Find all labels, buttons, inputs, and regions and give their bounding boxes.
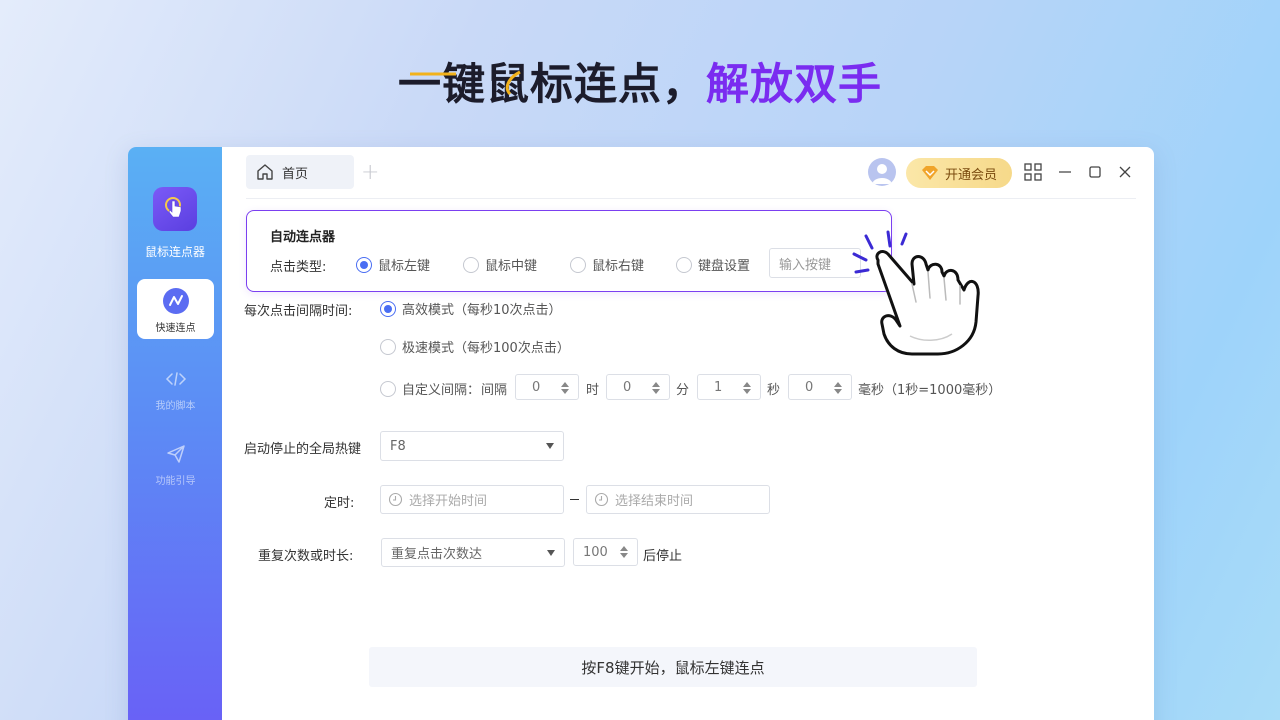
chevron-down-icon xyxy=(546,443,554,449)
radio-efficient-mode[interactable]: 高效模式（每秒10次点击） xyxy=(380,299,562,318)
repeat-suffix: 后停止 xyxy=(643,549,683,564)
custom-interval-prefix: 间隔 xyxy=(481,383,508,398)
code-icon xyxy=(165,372,186,386)
stepper-arrows-icon xyxy=(834,382,842,394)
radio-keyboard[interactable]: 键盘设置 xyxy=(676,255,750,274)
trend-line-icon xyxy=(162,288,189,314)
unit-hours: 时 xyxy=(586,383,600,398)
main-content: 首页 + 开通会员 自动连点器 点击类型: 鼠标左键 鼠标中键 鼠标右键 键盘设… xyxy=(222,147,1154,720)
range-separator xyxy=(570,499,579,500)
chevron-down-icon xyxy=(547,550,555,556)
stepper-arrows-icon xyxy=(620,546,628,558)
tab-label: 首页 xyxy=(282,166,309,182)
app-name: 鼠标连点器 xyxy=(144,245,205,259)
repeat-count-stepper[interactable]: 100 xyxy=(573,538,638,566)
panel-title: 自动连点器 xyxy=(270,230,336,245)
clock-icon xyxy=(594,492,609,507)
home-icon xyxy=(257,164,273,180)
unit-seconds: 秒 xyxy=(767,383,781,398)
milliseconds-stepper[interactable]: 0 xyxy=(788,374,852,400)
pointing-hand-icon xyxy=(852,230,980,356)
hours-stepper[interactable]: 0 xyxy=(515,374,579,400)
repeat-mode-select[interactable]: 重复点击次数达 xyxy=(381,538,565,567)
hotkey-select[interactable]: F8 xyxy=(380,431,564,461)
auto-clicker-panel: 自动连点器 点击类型: 鼠标左键 鼠标中键 鼠标右键 键盘设置 输入按键 xyxy=(246,210,892,292)
hotkey-label: 启动停止的全局热键 xyxy=(244,442,362,457)
sidebar: 鼠标连点器 快速连点 我的脚本 功能引导 xyxy=(128,147,222,720)
timer-label: 定时: xyxy=(324,496,355,511)
start-time-input[interactable]: 选择开始时间 xyxy=(380,485,564,514)
headline-underline-decoration xyxy=(410,70,521,96)
headline-accent: 解放双手 xyxy=(706,60,882,110)
minutes-stepper[interactable]: 0 xyxy=(606,374,670,400)
radio-left-button[interactable]: 鼠标左键 xyxy=(356,255,430,274)
radio-extreme-mode[interactable]: 极速模式（每秒100次点击） xyxy=(380,337,570,356)
grid-menu-icon[interactable] xyxy=(1024,163,1042,181)
sidebar-item-label: 我的脚本 xyxy=(155,401,196,412)
clock-icon xyxy=(388,492,403,507)
sidebar-item-label: 功能引导 xyxy=(155,476,196,487)
minimize-icon[interactable] xyxy=(1056,163,1074,181)
headline: 一键鼠标连点，解放双手 xyxy=(0,50,1280,110)
radio-middle-button[interactable]: 鼠标中键 xyxy=(463,255,537,274)
vip-button[interactable]: 开通会员 xyxy=(906,158,1012,188)
vip-label: 开通会员 xyxy=(944,167,997,183)
click-type-label: 点击类型: xyxy=(270,260,327,275)
unit-minutes: 分 xyxy=(676,383,690,398)
radio-custom-interval[interactable]: 自定义间隔： xyxy=(380,379,480,398)
app-window: 鼠标连点器 快速连点 我的脚本 功能引导 首页 + 开通会员 自动连点器 点击类… xyxy=(128,147,1154,720)
status-bar: 按F8键开始，鼠标左键连点 xyxy=(369,647,977,687)
seconds-stepper[interactable]: 1 xyxy=(697,374,761,400)
unit-milliseconds: 毫秒（1秒=1000毫秒） xyxy=(858,383,1002,398)
stepper-arrows-icon xyxy=(743,382,751,394)
sidebar-item-label: 快速连点 xyxy=(155,323,196,334)
sidebar-item-my-scripts[interactable]: 我的脚本 xyxy=(137,357,214,417)
app-logo-icon xyxy=(153,187,197,231)
stepper-arrows-icon xyxy=(561,382,569,394)
end-time-input[interactable]: 选择结束时间 xyxy=(586,485,770,514)
stepper-arrows-icon xyxy=(652,382,660,394)
maximize-icon[interactable] xyxy=(1086,163,1104,181)
close-icon[interactable] xyxy=(1116,163,1134,181)
sidebar-item-guide[interactable]: 功能引导 xyxy=(137,432,214,492)
add-tab-button[interactable]: + xyxy=(361,160,379,185)
avatar[interactable] xyxy=(868,158,896,186)
radio-right-button[interactable]: 鼠标右键 xyxy=(570,255,644,274)
tab-home[interactable]: 首页 xyxy=(246,155,354,189)
sidebar-item-quick-click[interactable]: 快速连点 xyxy=(137,279,214,339)
key-input[interactable]: 输入按键 xyxy=(769,248,861,278)
tabbar-divider xyxy=(246,198,1136,199)
send-icon xyxy=(166,445,185,463)
diamond-icon xyxy=(921,166,938,180)
repeat-label: 重复次数或时长: xyxy=(258,549,354,564)
interval-label: 每次点击间隔时间: xyxy=(244,304,353,319)
